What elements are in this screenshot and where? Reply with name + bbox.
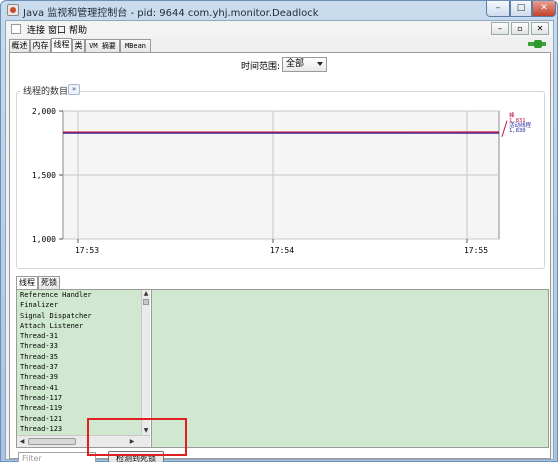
thread-list-item[interactable]: Thread-117 [17,393,141,403]
thread-list-vscroll[interactable]: ▲ ▼ [141,290,150,435]
thread-list[interactable]: Reference Handler Finalizer Signal Dispatc… [17,290,141,435]
thread-list-item[interactable]: Thread-35 [17,352,141,362]
thread-list-item[interactable]: Thread-119 [17,403,141,413]
thread-list-item[interactable]: Finalizer [17,300,141,310]
chart-title: 线程的数目 [20,84,72,97]
thread-list-item[interactable]: Reference Handler [17,290,141,300]
tab-overview[interactable]: 概述 [9,39,30,52]
x-tick-label: 17:54 [270,246,294,255]
highlight-annotation-box [87,418,187,456]
legend-pointer [501,120,508,137]
time-range-row: 时间范围: 全部 [10,53,550,77]
thread-list-item[interactable]: Thread-41 [17,383,141,393]
thread-list-item[interactable]: Attach Listener [17,321,141,331]
tab-thread-list[interactable]: 线程 [16,276,38,289]
menu-window[interactable]: 窗口 [48,23,66,36]
window-title: Java 监视和管理控制台 - pid: 9644 com.yhj.monito… [23,8,319,19]
chevron-down-icon [317,62,323,66]
tab-mbean[interactable]: MBean [120,39,151,52]
y-tick-label: 1,500 [32,171,56,180]
window-maximize-button[interactable]: □ [510,1,532,17]
mdi-close-button[interactable]: ✕ [531,22,549,35]
scroll-up-arrow-icon[interactable]: ▲ [142,290,150,298]
legend-value: 1,830 [509,128,526,134]
connection-status-icon[interactable] [527,39,547,49]
java-app-icon [7,4,19,16]
mdi-restore-button[interactable]: ▫ [511,22,529,35]
thread-list-item[interactable]: Thread-37 [17,362,141,372]
window-minimize-button[interactable]: – [486,1,510,17]
mdi-minimize-button[interactable]: – [491,22,509,35]
x-tick-label: 17:55 [464,246,488,255]
thread-count-chart: 2,0001,5001,00017:53 17:54 17:55 峰1,831活动线… [32,107,532,255]
time-range-value: 全部 [286,59,305,69]
vscroll-thumb[interactable] [143,299,149,305]
y-tick-label: 2,000 [32,107,56,116]
y-tick-label: 1,000 [32,235,56,244]
client-area: 连接 窗口 帮助 – ▫ ✕ 概述 内存 线程 类 VM 摘要 MBean 时间… [5,20,554,462]
thread-list-item[interactable]: Thread-39 [17,372,141,382]
thread-list-item[interactable]: Signal Dispatcher [17,311,141,321]
tab-deadlock[interactable]: 死锁 [38,276,60,289]
thread-list-item[interactable]: Thread-33 [17,341,141,351]
tab-classes[interactable]: 类 [72,39,85,52]
application-window: Java 监视和管理控制台 - pid: 9644 com.yhj.monito… [0,0,558,462]
document-icon [11,24,21,34]
thread-list-item[interactable]: Thread-31 [17,331,141,341]
tab-vm-summary[interactable]: VM 摘要 [85,39,120,52]
scroll-left-arrow-icon[interactable]: ◀ [17,437,27,447]
time-range-select[interactable]: 全部 [282,57,327,72]
hscroll-thumb[interactable] [28,438,76,445]
tab-threads[interactable]: 线程 [51,38,72,52]
collapse-button[interactable]: » [68,84,80,95]
filter-input[interactable]: Filter [18,452,96,462]
menu-help[interactable]: 帮助 [69,23,87,36]
threads-tab-content: 时间范围: 全部 线程的数目 » 2,000 1,500 1,000 17:53 17:… [9,52,551,462]
x-tick-label: 17:53 [75,246,99,255]
title-bar[interactable]: Java 监视和管理控制台 - pid: 9644 com.yhj.monito… [1,1,557,19]
menu-bar: 连接 窗口 帮助 – ▫ ✕ [6,21,553,37]
tab-memory[interactable]: 内存 [30,39,51,52]
window-close-button[interactable]: ✕ [532,1,556,17]
thread-detail-pane [151,290,548,447]
time-range-label: 时间范围: [241,62,281,72]
menu-connection[interactable]: 连接 [27,23,45,36]
